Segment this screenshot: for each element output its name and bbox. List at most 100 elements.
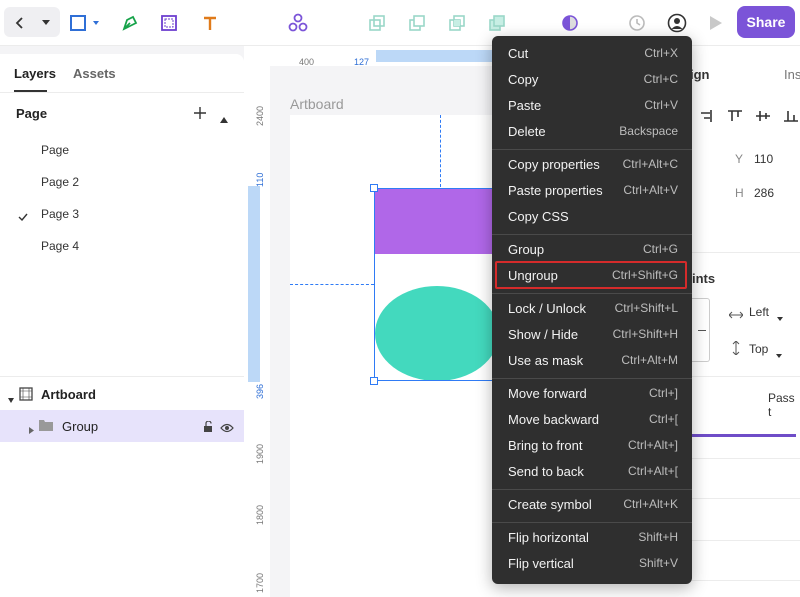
menu-item-label: Move backward — [508, 412, 600, 427]
menu-item-copy[interactable]: Copy Ctrl+C — [492, 67, 692, 93]
text-icon[interactable] — [198, 0, 222, 46]
menu-item-shortcut: Ctrl+C — [643, 72, 678, 86]
boolean-subtract-icon[interactable] — [406, 0, 428, 46]
menu-item-cut[interactable]: Cut Ctrl+X — [492, 41, 692, 67]
h-value-field[interactable]: 286 — [754, 186, 774, 200]
menu-item-copy-properties[interactable]: Copy properties Ctrl+Alt+C — [492, 152, 692, 178]
layer-artboard[interactable]: Artboard — [0, 384, 244, 406]
share-button[interactable]: Share — [737, 6, 795, 38]
h-label: H — [735, 186, 744, 200]
opacity-slider[interactable] — [692, 434, 796, 437]
boolean-intersect-icon[interactable] — [446, 0, 468, 46]
chevron-down-icon[interactable] — [777, 310, 783, 324]
expand-caret-icon[interactable] — [8, 391, 14, 406]
ruler-tick-label: 1900 — [255, 443, 265, 464]
boolean-union-icon[interactable] — [366, 0, 388, 46]
menu-item-lock-unlock[interactable]: Lock / Unlock Ctrl+Shift+L — [492, 296, 692, 322]
ruler-selection-range — [248, 186, 260, 382]
dropdown-icon[interactable] — [38, 0, 54, 46]
menu-item-shortcut: Ctrl+Alt+C — [622, 157, 678, 171]
eye-icon[interactable] — [220, 421, 234, 436]
menu-item-shortcut: Shift+V — [638, 556, 678, 570]
tab-inspect[interactable]: Ins — [784, 67, 800, 82]
components-icon[interactable] — [286, 0, 310, 46]
constraints-title: ints — [692, 271, 716, 286]
selection-handle[interactable] — [370, 184, 378, 192]
menu-item-move-forward[interactable]: Move forward Ctrl+] — [492, 381, 692, 407]
menu-separator — [492, 234, 692, 235]
menu-item-delete[interactable]: Delete Backspace — [492, 119, 692, 145]
menu-item-label: Cut — [508, 46, 529, 61]
tab-layers[interactable]: Layers — [14, 66, 56, 81]
page-item[interactable]: Page 4 — [41, 239, 79, 253]
layers-panel: Layers Assets Page Page Page 2 Page 3 Pa… — [0, 54, 244, 597]
menu-item-use-as-mask[interactable]: Use as mask Ctrl+Alt+M — [492, 348, 692, 374]
unlock-icon[interactable] — [203, 420, 213, 435]
align-middle-icon[interactable] — [756, 110, 770, 125]
align-bottom-icon[interactable] — [784, 110, 798, 125]
artboard-title[interactable]: Artboard — [290, 96, 344, 112]
constraint-line — [698, 330, 706, 331]
menu-item-copy-css[interactable]: Copy CSS — [492, 204, 692, 230]
ruler-tick-label: 1700 — [255, 572, 265, 593]
blend-mode-select[interactable]: Pass t — [768, 391, 800, 419]
menu-item-shortcut: Backspace — [619, 124, 678, 138]
align-top-icon[interactable] — [728, 110, 742, 125]
collapse-pages-icon[interactable] — [220, 110, 228, 128]
divider — [0, 376, 244, 377]
page-item[interactable]: Page — [41, 143, 69, 157]
menu-item-label: Copy properties — [508, 157, 600, 172]
divider — [692, 540, 800, 541]
page-item-selected[interactable]: Page 3 — [41, 207, 79, 221]
horizontal-constraint-icon — [728, 308, 744, 322]
pages-section-title: Page — [16, 106, 48, 121]
menu-item-label: Send to back — [508, 464, 584, 479]
rectangle-dropdown-icon[interactable] — [91, 0, 101, 46]
menu-item-send-to-back[interactable]: Send to back Ctrl+Alt+[ — [492, 459, 692, 485]
frame-icon[interactable] — [157, 0, 181, 46]
menu-item-paste[interactable]: Paste Ctrl+V — [492, 93, 692, 119]
play-icon[interactable] — [706, 0, 726, 46]
menu-item-label: Group — [508, 242, 545, 257]
layer-group[interactable]: Group — [0, 410, 244, 442]
collapsed-caret-icon[interactable] — [29, 422, 34, 437]
back-icon[interactable] — [10, 0, 30, 46]
divider — [0, 92, 244, 93]
menu-item-shortcut: Ctrl+] — [648, 386, 678, 400]
menu-item-group[interactable]: Group Ctrl+G — [492, 237, 692, 263]
tab-design[interactable]: ign — [690, 67, 710, 82]
ruler-tick-label: 396 — [255, 383, 265, 399]
menu-item-label: Ungroup — [508, 268, 558, 283]
chevron-down-icon[interactable] — [776, 347, 782, 361]
menu-item-flip-vertical[interactable]: Flip vertical Shift+V — [492, 551, 692, 577]
menu-separator — [492, 522, 692, 523]
menu-item-label: Use as mask — [508, 353, 584, 368]
menu-item-shortcut: Shift+H — [638, 530, 678, 544]
y-value-field[interactable]: 110 — [754, 152, 773, 166]
menu-item-shortcut: Ctrl+Shift+L — [614, 301, 678, 315]
horizontal-constraint-select[interactable]: Left — [749, 305, 769, 319]
menu-item-label: Lock / Unlock — [508, 301, 587, 316]
layer-group-label: Group — [62, 419, 99, 434]
guide-line-vertical — [440, 115, 441, 187]
align-right-icon[interactable] — [698, 110, 712, 125]
menu-item-move-backward[interactable]: Move backward Ctrl+[ — [492, 407, 692, 433]
selection-handle[interactable] — [370, 377, 378, 385]
divider — [692, 498, 800, 499]
menu-item-label: Copy CSS — [508, 209, 569, 224]
vertical-constraint-icon — [732, 340, 740, 358]
tab-assets[interactable]: Assets — [73, 66, 116, 81]
menu-item-ungroup[interactable]: Ungroup Ctrl+Shift+G — [492, 261, 692, 289]
rectangle-icon[interactable] — [66, 0, 90, 46]
menu-item-show-hide[interactable]: Show / Hide Ctrl+Shift+H — [492, 322, 692, 348]
pen-icon[interactable] — [118, 0, 142, 46]
ruler-tick-label: 1800 — [255, 504, 265, 525]
menu-separator — [492, 149, 692, 150]
menu-item-flip-horizontal[interactable]: Flip horizontal Shift+H — [492, 525, 692, 551]
menu-item-create-symbol[interactable]: Create symbol Ctrl+Alt+K — [492, 492, 692, 518]
vertical-constraint-select[interactable]: Top — [749, 342, 768, 356]
page-item[interactable]: Page 2 — [41, 175, 79, 189]
menu-item-bring-to-front[interactable]: Bring to front Ctrl+Alt+] — [492, 433, 692, 459]
menu-item-paste-properties[interactable]: Paste properties Ctrl+Alt+V — [492, 178, 692, 204]
add-page-icon[interactable] — [194, 106, 206, 124]
